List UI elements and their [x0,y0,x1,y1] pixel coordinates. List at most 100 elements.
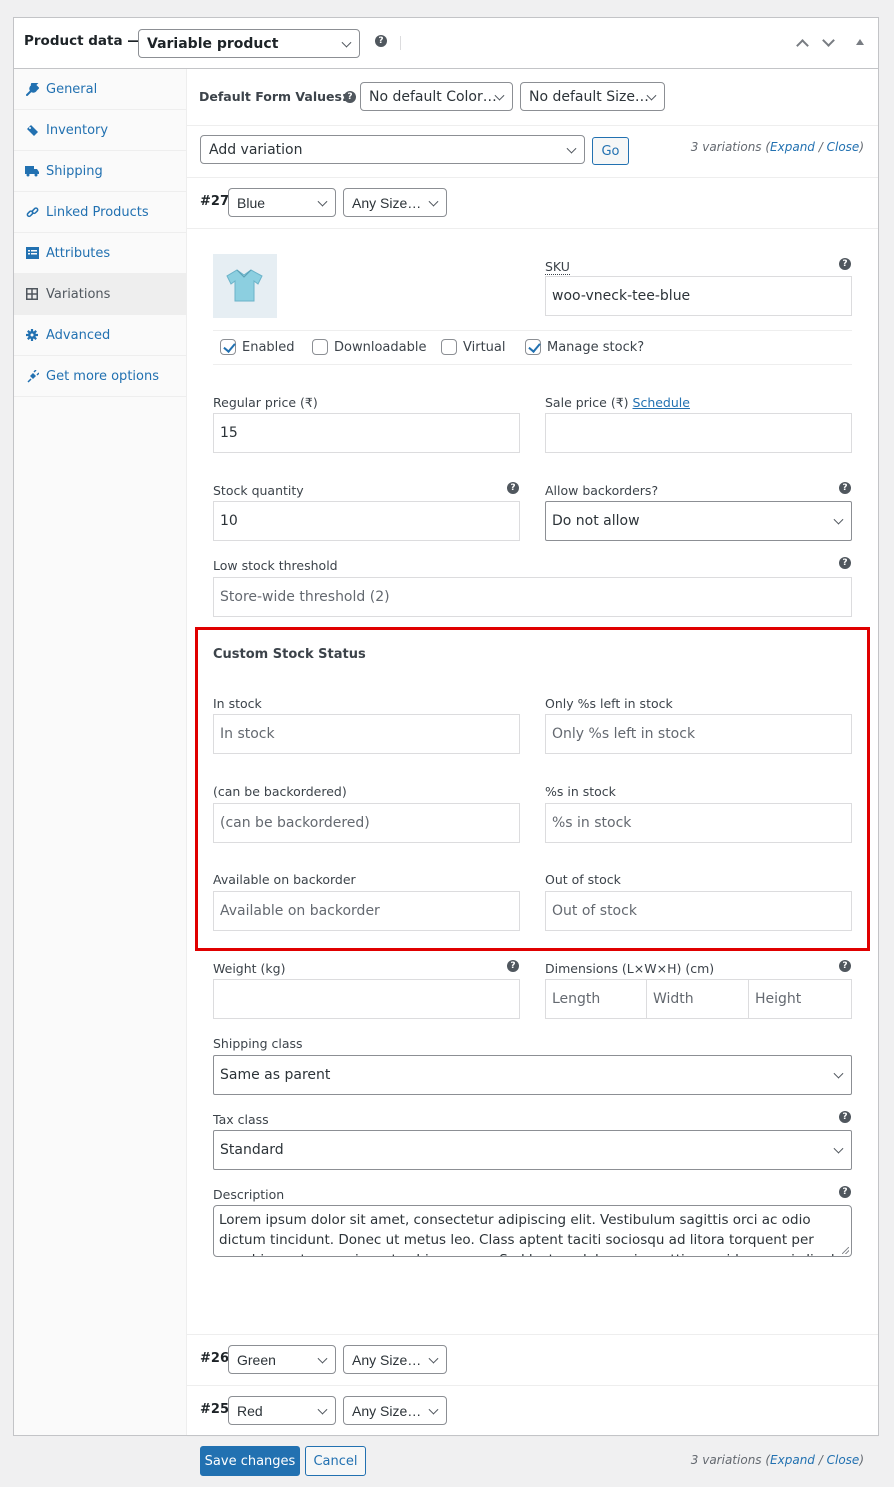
sale-price-label-text: Sale price (₹) [545,395,629,410]
length-placeholder: Length [552,991,601,1007]
virtual-checkbox[interactable]: Virtual [441,339,505,355]
variation-row[interactable]: #25 Red Any Size… [187,1386,878,1437]
sidebar-item-shipping[interactable]: Shipping [14,151,186,192]
sidebar-item-label: Linked Products [46,204,149,220]
available-on-backorder-input[interactable]: Available on backorder [213,891,520,931]
height-input[interactable]: Height [748,979,852,1019]
sidebar-item-advanced[interactable]: Advanced [14,315,186,356]
cancel-button[interactable]: Cancel [305,1446,366,1476]
chevron-down-icon [428,1353,439,1364]
expand-link[interactable]: Expand [770,1453,815,1467]
sale-price-input[interactable] [545,413,852,453]
link-icon [25,205,39,219]
tag-icon [25,123,39,137]
tax-class-select[interactable]: Standard [213,1130,852,1170]
sidebar-item-general[interactable]: General [14,69,186,110]
out-of-stock-input[interactable]: Out of stock [545,891,852,931]
dimensions-label: Dimensions (L×W×H) (cm) [545,961,715,976]
checkbox-checked[interactable] [220,339,236,355]
default-color-value: No default Color… [369,88,497,105]
chevron-down-icon [341,37,352,48]
description-textarea[interactable]: Lorem ipsum dolor sit amet, consectetur … [213,1205,852,1257]
help-icon[interactable]: ? [839,1186,851,1198]
close-link[interactable]: Close [827,140,860,154]
help-icon[interactable]: ? [839,1111,851,1123]
checkbox-unchecked[interactable] [312,339,328,355]
help-icon[interactable]: ? [839,557,851,569]
sku-input[interactable]: woo-vneck-tee-blue [545,276,852,316]
variation-size-select[interactable]: Any Size… [343,188,447,217]
schedule-link[interactable]: Schedule [633,395,690,410]
checkbox-checked[interactable] [525,339,541,355]
divider [400,36,401,50]
enabled-checkbox[interactable]: Enabled [220,339,295,355]
allow-backorders-select[interactable]: Do not allow [545,501,852,541]
sidebar-item-attributes[interactable]: Attributes [14,233,186,274]
product-type-select[interactable]: Variable product [138,29,360,58]
variations-count: 3 variations (Expand / Close) [691,1453,864,1467]
expand-link[interactable]: Expand [770,140,815,154]
only-left-placeholder: Only %s left in stock [552,726,696,742]
s-in-stock-input[interactable]: %s in stock [545,803,852,843]
variation-size-select[interactable]: Any Size… [343,1345,447,1374]
move-down-icon[interactable] [822,34,835,47]
variation-image[interactable] [213,254,277,318]
default-form-values-label: Default Form Values: [199,89,347,104]
sidebar-item-variations[interactable]: Variations [14,274,186,315]
variation-color-select[interactable]: Green [228,1345,336,1374]
sidebar-item-inventory[interactable]: Inventory [14,110,186,151]
sidebar-item-get-more-options[interactable]: Get more options [14,356,186,397]
tax-class-value: Standard [220,1142,284,1158]
length-input[interactable]: Length [545,979,647,1019]
shipping-class-select[interactable]: Same as parent [213,1055,852,1095]
only-left-input[interactable]: Only %s left in stock [545,714,852,754]
variation-id: #26 [200,1351,229,1366]
move-up-icon[interactable] [796,39,809,52]
help-icon[interactable]: ? [375,35,387,47]
variation-size-select[interactable]: Any Size… [343,1396,447,1425]
variation-row[interactable]: #27 Blue Any Size… [187,178,878,229]
variation-row[interactable]: #26 Green Any Size… [187,1335,878,1386]
downloadable-checkbox[interactable]: Downloadable [312,339,426,355]
help-icon[interactable]: ? [839,960,851,972]
checkbox-unchecked[interactable] [441,339,457,355]
variation-color-value: Blue [237,194,266,211]
manage-stock-checkbox[interactable]: Manage stock? [525,339,644,355]
default-size-select[interactable]: No default Size… [520,82,665,111]
in-stock-label: In stock [213,696,262,711]
help-icon[interactable]: ? [344,91,356,103]
checkbox-label: Downloadable [334,339,427,355]
chevron-down-icon [317,1353,328,1364]
width-input[interactable]: Width [646,979,749,1019]
custom-stock-status-title: Custom Stock Status [213,647,366,662]
resize-handle[interactable] [842,1247,849,1254]
sidebar-item-label: Advanced [46,327,111,343]
description-label: Description [213,1187,285,1202]
allow-backorders-value: Do not allow [552,513,640,529]
help-icon[interactable]: ? [507,482,519,494]
help-icon[interactable]: ? [839,258,851,270]
help-icon[interactable]: ? [507,960,519,972]
low-stock-threshold-input[interactable]: Store-wide threshold (2) [213,577,852,617]
stock-quantity-input[interactable]: 10 [213,501,520,541]
sidebar-item-label: Get more options [46,368,159,384]
sidebar-item-linked-products[interactable]: Linked Products [14,192,186,233]
width-placeholder: Width [653,991,694,1007]
collapse-toggle-icon[interactable] [856,39,864,45]
can-be-backordered-input[interactable]: (can be backordered) [213,803,520,843]
regular-price-input[interactable]: 15 [213,413,520,453]
product-data-panel: Product data — Variable product ? Genera… [13,17,879,1476]
default-color-select[interactable]: No default Color… [360,82,513,111]
save-changes-button[interactable]: Save changes [200,1446,300,1476]
close-link[interactable]: Close [827,1453,860,1467]
go-button[interactable]: Go [592,137,629,165]
in-stock-input[interactable]: In stock [213,714,520,754]
variation-color-select[interactable]: Blue [228,188,336,217]
variation-action-select[interactable]: Add variation [200,135,585,164]
variation-color-select[interactable]: Red [228,1396,336,1425]
sku-value: woo-vneck-tee-blue [552,288,691,304]
slash: / [814,1453,827,1467]
weight-input[interactable] [213,979,520,1019]
available-on-backorder-placeholder: Available on backorder [220,903,380,919]
help-icon[interactable]: ? [839,482,851,494]
